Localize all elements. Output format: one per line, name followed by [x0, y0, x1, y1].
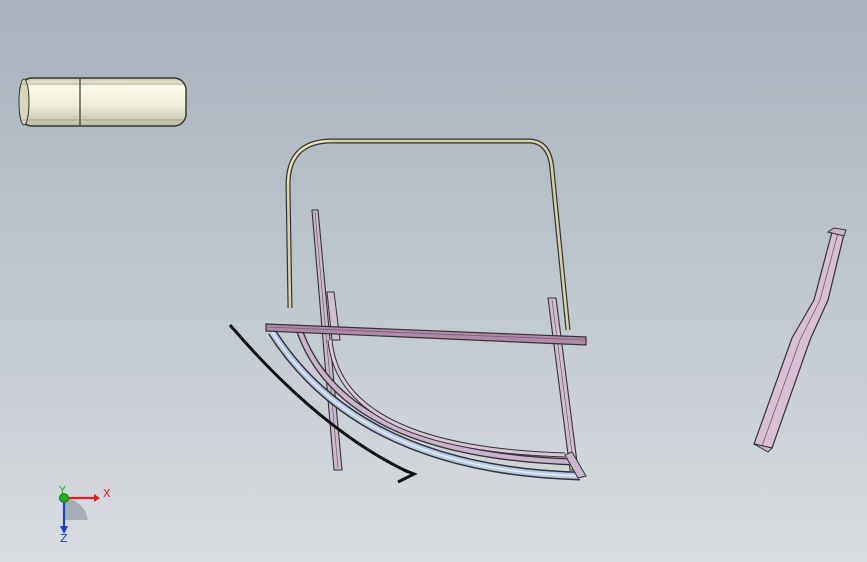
curved-lower-rail-part[interactable]	[268, 329, 587, 481]
sweep-arrow-curve	[228, 324, 418, 484]
horizontal-belt-rail-part[interactable]	[265, 323, 587, 346]
side-channel-bracket-part[interactable]	[753, 227, 847, 453]
triad-z-label: Z	[60, 532, 68, 545]
orientation-triad: X Y Z	[58, 484, 111, 545]
cylindrical-spacer-part[interactable]	[18, 77, 187, 127]
triad-y-label: Y	[58, 484, 66, 497]
left-vertical-guide-part[interactable]	[311, 209, 343, 471]
3d-model-viewport[interactable]: X Y Z	[0, 0, 867, 562]
model-canvas[interactable]: X Y Z	[0, 0, 867, 562]
right-vertical-guide-part[interactable]	[547, 297, 579, 471]
triad-x-label: X	[103, 487, 111, 500]
